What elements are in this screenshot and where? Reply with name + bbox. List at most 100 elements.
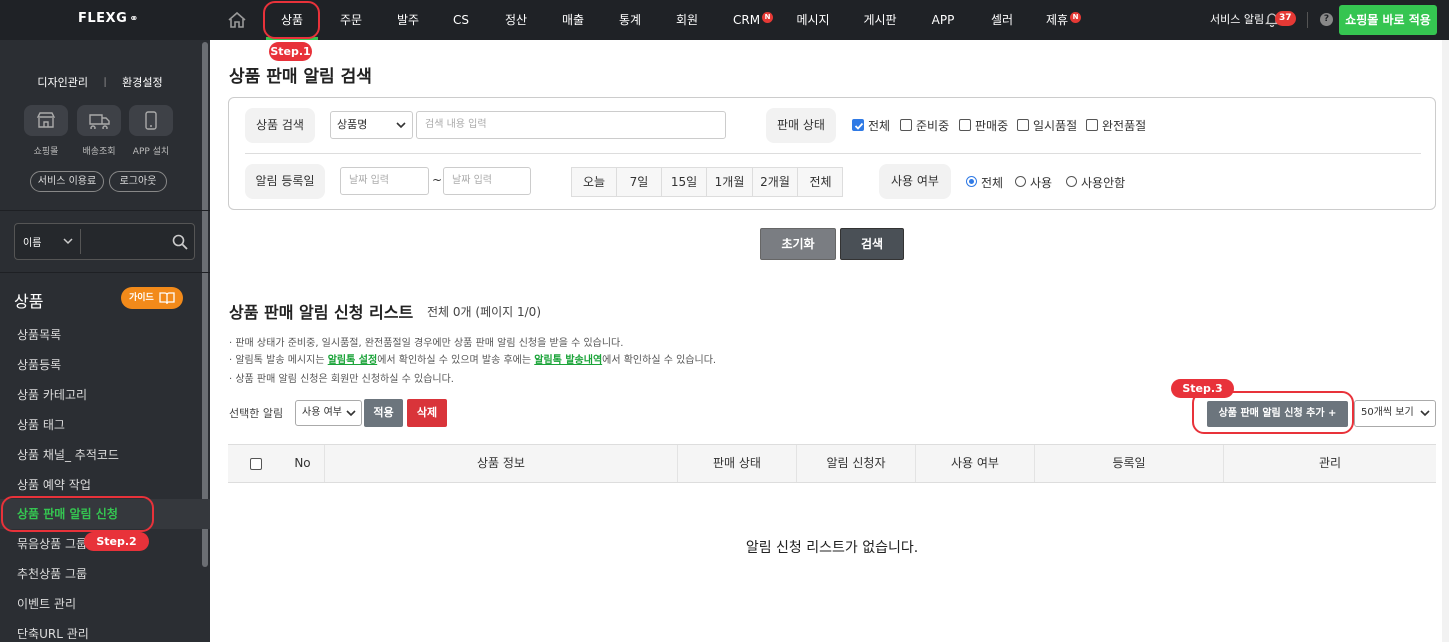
store-button[interactable] [24,105,68,136]
sidebar-search: 이름 [14,223,195,260]
use-no-radio[interactable] [1066,176,1077,187]
column-sale-status: 판매 상태 [678,445,797,482]
nav-message[interactable]: 메시지 [793,0,833,40]
delete-button[interactable]: 삭제 [407,399,447,427]
select-all-checkbox[interactable] [250,458,262,470]
step-1-highlight [263,1,320,39]
status-onsale-checkbox[interactable] [959,119,971,131]
design-management-link[interactable]: 디자인관리 [37,76,88,89]
divider [80,229,81,254]
use-yes-label: 사용 [1030,176,1053,190]
truck-icon [89,114,110,129]
sidebar-item-product-tag[interactable]: 상품 태그 [0,410,210,440]
nav-crm[interactable]: CRM N [733,0,775,40]
status-temp-soldout-checkbox[interactable] [1017,119,1029,131]
nav-seller[interactable]: 셀러 [985,0,1019,40]
date-to-input[interactable]: 날짜 입력 [443,167,531,195]
service-fee-button[interactable]: 서비스 이용료 [30,171,104,192]
page-size-select[interactable]: 50개씩 보기 [1354,400,1436,427]
guide-button[interactable]: 가이드 [121,287,183,309]
nav-board[interactable]: 게시판 [860,0,900,40]
column-registered-date: 등록일 [1035,445,1224,482]
delivery-button[interactable] [77,105,121,136]
column-requester: 알림 신청자 [797,445,916,482]
date-2m-button[interactable]: 2개월 [753,168,798,196]
store-icon [36,112,56,128]
service-alert-link[interactable]: 서비스 알림 [1210,0,1264,40]
sidebar-item-product-register[interactable]: 상품등록 [0,350,210,380]
sidebar-item-product-list[interactable]: 상품목록 [0,320,210,350]
sidebar-item-product-category[interactable]: 상품 카테고리 [0,380,210,410]
nav-order[interactable]: 주문 [334,0,368,40]
bulk-use-select[interactable]: 사용 여부 [295,400,362,426]
use-all-radio[interactable] [966,176,977,187]
nav-partner[interactable]: 제휴 N [1046,0,1086,40]
logout-button[interactable]: 로그아웃 [109,171,167,192]
alert-date-label: 알림 등록일 [245,164,325,199]
store-label: 쇼핑몰 [33,147,59,157]
status-temp-soldout-label: 일시품절 [1033,119,1078,133]
nav-app[interactable]: APP [926,0,960,40]
date-from-input[interactable]: 날짜 입력 [340,167,429,195]
link-icon: ⚭ [129,12,139,25]
status-preparing-checkbox[interactable] [900,119,912,131]
nav-member[interactable]: 회원 [670,0,704,40]
use-status-label: 사용 여부 [879,164,951,199]
sidebar-item-short-url[interactable]: 단축URL 관리 [0,619,210,642]
nav-sales[interactable]: 매출 [556,0,590,40]
date-15d-button[interactable]: 15일 [662,168,707,196]
alimtalk-settings-link[interactable]: 알림톡 설정 [328,355,377,366]
separator: ㅣ [100,76,111,89]
note-3: · 상품 판매 알림 신청은 회원만 신청하실 수 있습니다. [229,374,454,385]
step-1-badge: Step.1 [269,42,312,61]
product-search-type-select[interactable]: 상품명 [330,111,413,139]
app-logo[interactable]: FLEXG ⚭ [78,11,139,26]
sidebar-item-product-channel[interactable]: 상품 채널_ 추적코드 [0,440,210,470]
keyword-input[interactable]: 검색 내용 입력 [416,111,726,139]
divider [1307,12,1308,28]
status-preparing-label: 준비중 [916,119,950,133]
search-button[interactable]: 검색 [840,228,904,260]
note-1: · 판매 상태가 준비중, 일시품절, 완전품절일 경우에만 상품 판매 알림 … [229,338,624,349]
status-soldout-checkbox[interactable] [1086,119,1098,131]
column-no: No [281,445,325,482]
alimtalk-history-link[interactable]: 알림톡 발송내역 [534,355,602,366]
date-all-button[interactable]: 전체 [798,168,843,196]
book-icon [159,292,175,304]
app-install-button[interactable] [129,105,173,136]
apply-button[interactable]: 적용 [364,399,403,427]
top-navigation-bar: FLEXG ⚭ 상품 주문 발주 CS 정산 매출 통계 회원 CRM N 메시지 … [0,0,1449,40]
chevron-down-icon [396,122,406,129]
search-panel: 상품 검색 상품명 검색 내용 입력 판매 상태 전체 준비중 판매중 일시품절… [228,97,1436,210]
settings-link[interactable]: 환경설정 [122,76,162,89]
apply-shop-button[interactable]: 쇼핑몰 바로 적용 [1339,5,1437,35]
date-1m-button[interactable]: 1개월 [707,168,753,196]
table-header: No 상품 정보 판매 상태 알림 신청자 사용 여부 등록일 관리 [228,444,1436,483]
search-type-select[interactable]: 이름 [23,234,41,249]
status-all-checkbox[interactable] [852,119,864,131]
sidebar-item-event[interactable]: 이벤트 관리 [0,589,210,619]
list-count: 전체 0개 (페이지 1/0) [427,305,541,319]
check-icon [854,122,864,130]
use-yes-radio[interactable] [1015,176,1026,187]
search-icon[interactable] [172,234,188,250]
divider [0,210,210,211]
page-scrollbar[interactable] [1442,40,1449,642]
date-today-button[interactable]: 오늘 [572,168,617,196]
nav-settlement[interactable]: 정산 [499,0,533,40]
new-badge: N [1070,12,1082,23]
help-icon[interactable]: ? [1320,13,1333,26]
nav-purchase[interactable]: 발주 [391,0,425,40]
reset-button[interactable]: 초기화 [760,228,836,260]
home-icon[interactable] [226,10,248,30]
sidebar-item-recommend-group[interactable]: 추천상품 그룹 [0,559,210,589]
sidebar-section-title: 상품 [14,292,44,311]
phone-icon [145,111,157,130]
nav-cs[interactable]: CS [446,0,476,40]
nav-statistics[interactable]: 통계 [613,0,647,40]
column-product-info: 상품 정보 [325,445,678,482]
date-7d-button[interactable]: 7일 [617,168,662,196]
date-range-separator: ~ [432,173,443,187]
sidebar-top-links: 디자인관리 ㅣ 환경설정 [0,74,200,90]
divider [0,272,210,273]
